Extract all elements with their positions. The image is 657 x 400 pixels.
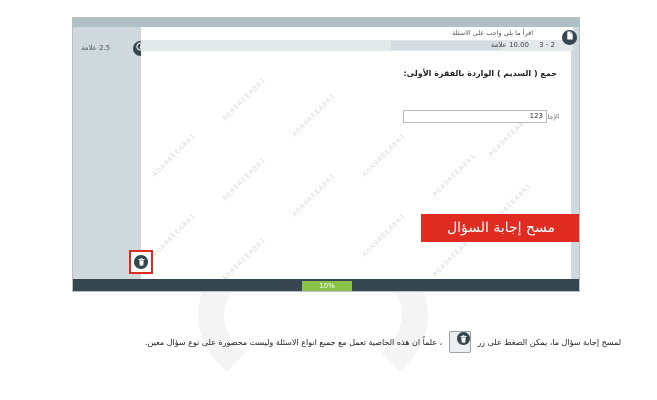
watermark-text: A0A9AEEA8A1 <box>360 131 408 179</box>
top-strip <box>73 18 579 27</box>
question-header: اقرأ ما يلي واجب على الاسئلة 10.00 علامة… <box>141 27 573 51</box>
caption-after: ، علماً ان هذه الخاصية تعمل مع جميع انوا… <box>145 337 443 347</box>
caption-before: لمسح إجابة سؤال ما، يمكن الضغط على زر <box>477 337 621 347</box>
watermark-text: A0A9AEEA8A1 <box>220 155 268 203</box>
document-icon[interactable] <box>562 30 577 45</box>
section-row: 10.00 علامة 3 - 2 <box>141 40 573 51</box>
caption: لمسح إجابة سؤال ما، يمكن الضغط على زر ، … <box>145 331 621 353</box>
clear-answer-banner: مسح إجابة السؤال <box>421 214 579 242</box>
watermark-text: A0A9AEEA8A1 <box>220 75 268 123</box>
question-grade: 2.5 علامة <box>81 44 111 52</box>
section-bar <box>391 41 501 50</box>
trash-button-illustration <box>448 331 471 353</box>
progress-indicator: 10% <box>302 281 352 291</box>
answer-input[interactable]: 123 <box>403 110 547 123</box>
watermark-text: A0A9AEEA8A1 <box>290 171 338 219</box>
trash-icon <box>134 255 148 269</box>
watermark-text: A0A9AEEA8A1 <box>430 151 478 199</box>
question-content: A0A9AEEA8A1 A0A9AEEA8A1 A0A9AEEA8A1 A0A9… <box>141 51 571 279</box>
watermark-text: A0A9AEEA8A1 <box>290 91 338 139</box>
exam-screenshot: 2.5 علامة اقرأ ما يلي واجب على الاسئلة 1… <box>72 17 580 292</box>
section-grade: 10.00 علامة <box>490 41 529 49</box>
trash-icon <box>456 332 470 345</box>
watermark-text: A0A9AEEA8A1 <box>360 211 408 259</box>
question-text: جمع ( السديم ) الواردة بالفقرة الأولى: <box>403 69 557 78</box>
watermark-text: A0A9AEEA8A1 <box>150 131 198 179</box>
watermark-text: A0A9AEEA8A1 <box>220 235 268 279</box>
instruction-text: اقرأ ما يلي واجب على الاسئلة <box>452 29 533 37</box>
watermark-text: A0A9AEEA8A1 <box>150 211 198 259</box>
right-rail <box>571 51 579 279</box>
section-number: 3 - 2 <box>539 41 555 49</box>
progress-bar: 10% <box>73 279 579 291</box>
left-rail: 2.5 علامة <box>73 27 148 279</box>
clear-answer-button[interactable] <box>129 250 153 274</box>
